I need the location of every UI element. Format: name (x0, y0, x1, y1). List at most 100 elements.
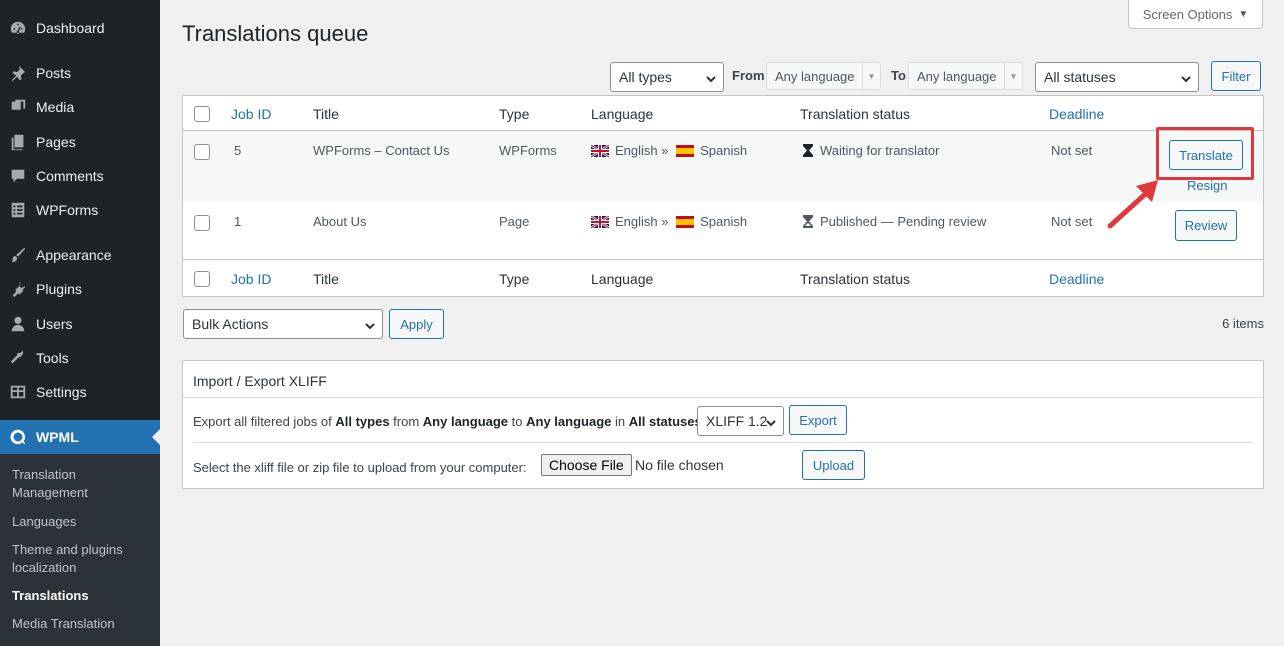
wrench-icon (0, 349, 36, 367)
row-checkbox[interactable] (194, 215, 210, 231)
to-label: To (891, 68, 906, 83)
choose-file-button[interactable]: Choose File (541, 454, 632, 476)
export-types: All types (335, 414, 390, 429)
items-count: 6 items (1222, 316, 1264, 331)
uk-flag-icon (591, 216, 609, 228)
menu-item-settings[interactable]: Settings (0, 375, 160, 409)
caret-down-icon: ▼ (1004, 63, 1022, 89)
from-language-select[interactable]: Any language ▼ (766, 62, 881, 90)
menu-item-tools[interactable]: Tools (0, 341, 160, 375)
status-filter-select[interactable]: All statuses (1035, 62, 1199, 92)
bulk-actions-select[interactable]: Bulk Actions (183, 309, 383, 339)
job-status: Published — Pending review (802, 214, 986, 229)
submenu-theme-plugins-localization[interactable]: Theme and plugins localization (12, 541, 152, 577)
from-word: from (393, 414, 420, 429)
submenu-translation-management[interactable]: Translation Management (12, 466, 152, 502)
col-translation-status: Translation status (800, 271, 910, 287)
brush-icon (0, 246, 36, 264)
review-button[interactable]: Review (1175, 210, 1237, 241)
table-footer: Job ID Title Type Language Translation s… (183, 261, 1263, 296)
pin-icon (0, 64, 36, 82)
spain-flag-icon (676, 216, 695, 228)
submenu-translations[interactable]: Translations (12, 587, 152, 605)
col-deadline[interactable]: Deadline (1049, 106, 1104, 122)
xliff-version-value: XLIFF 1.2 (706, 413, 768, 429)
xliff-version-select[interactable]: XLIFF 1.2 (697, 406, 784, 436)
caret-down-icon: ▼ (1238, 8, 1249, 20)
export-prefix: Export all filtered jobs of (193, 414, 332, 429)
lang-from: English (615, 214, 658, 229)
export-description: Export all filtered jobs of All types fr… (193, 414, 706, 429)
col-job-id[interactable]: Job ID (231, 106, 271, 122)
menu-item-wpml[interactable]: WPML (0, 420, 160, 454)
upload-button[interactable]: Upload (802, 450, 865, 480)
wpml-submenu: Translation Management Languages Theme a… (0, 454, 160, 646)
from-language-value: Any language (775, 68, 855, 84)
job-status: Waiting for translator (802, 143, 939, 158)
filter-button[interactable]: Filter (1211, 61, 1261, 91)
screen-options-label: Screen Options (1142, 6, 1233, 22)
hourglass-icon (803, 144, 813, 157)
submenu-media-translation[interactable]: Media Translation (12, 615, 152, 633)
menu-item-wpforms[interactable]: WPForms (0, 193, 160, 227)
menu-item-appearance[interactable]: Appearance (0, 238, 160, 272)
menu-label: Users (36, 316, 73, 332)
wpml-icon (0, 428, 36, 446)
job-language: English » Spanish (591, 143, 747, 158)
menu-label: Settings (36, 384, 87, 400)
no-file-chosen-text: No file chosen (635, 457, 724, 473)
col-title: Title (313, 106, 339, 122)
pages-icon (0, 133, 36, 151)
form-icon (0, 201, 36, 219)
menu-label: Plugins (36, 281, 82, 297)
export-button[interactable]: Export (789, 405, 847, 435)
col-job-id[interactable]: Job ID (231, 271, 271, 287)
status-filter-value: All statuses (1044, 69, 1116, 85)
lang-to: Spanish (700, 143, 748, 158)
divider (193, 442, 1253, 443)
type-filter-value: All types (619, 69, 672, 85)
screen-options-button[interactable]: Screen Options ▼ (1128, 0, 1263, 29)
job-type: WPForms (499, 143, 557, 158)
in-word: in (615, 414, 626, 429)
export-from-lang: Any language (422, 414, 509, 429)
media-icon (0, 98, 36, 116)
to-language-select[interactable]: Any language ▼ (908, 62, 1023, 90)
menu-item-comments[interactable]: Comments (0, 159, 160, 193)
red-arrow-icon (1107, 180, 1158, 229)
type-filter-select[interactable]: All types (610, 62, 724, 92)
highlight-box (1156, 127, 1254, 180)
menu-item-plugins[interactable]: Plugins (0, 272, 160, 306)
menu-label: WPML (36, 429, 79, 445)
select-all-checkbox[interactable] (194, 271, 210, 287)
row-checkbox[interactable] (194, 144, 210, 160)
dashboard-icon (0, 19, 36, 37)
from-label: From (732, 68, 765, 83)
menu-item-pages[interactable]: Pages (0, 125, 160, 159)
apply-button[interactable]: Apply (389, 309, 444, 339)
xliff-panel: Import / Export XLIFF Export all filtere… (182, 360, 1264, 489)
menu-item-dashboard[interactable]: Dashboard (0, 11, 160, 45)
menu-label: WPForms (36, 202, 99, 218)
col-deadline[interactable]: Deadline (1049, 271, 1104, 287)
chevron-down-icon (705, 72, 716, 83)
divider (183, 397, 1263, 398)
submenu-languages[interactable]: Languages (12, 513, 152, 531)
job-id: 1 (234, 214, 242, 229)
job-type: Page (499, 214, 530, 229)
menu-label: Comments (36, 168, 104, 184)
col-language: Language (591, 106, 654, 122)
menu-item-posts[interactable]: Posts (0, 56, 160, 90)
menu-item-users[interactable]: Users (0, 307, 160, 341)
chevron-down-icon (364, 319, 375, 330)
menu-item-media[interactable]: Media (0, 90, 160, 124)
menu-label: Posts (36, 65, 72, 81)
xliff-title: Import / Export XLIFF (193, 373, 327, 389)
caret-down-icon: ▼ (862, 63, 880, 89)
col-language: Language (591, 271, 654, 287)
bulk-actions-value: Bulk Actions (192, 316, 269, 332)
menu-label: Pages (36, 134, 76, 150)
resign-link[interactable]: Resign (1187, 178, 1227, 193)
settings-icon (0, 383, 36, 401)
select-all-checkbox[interactable] (194, 106, 210, 122)
